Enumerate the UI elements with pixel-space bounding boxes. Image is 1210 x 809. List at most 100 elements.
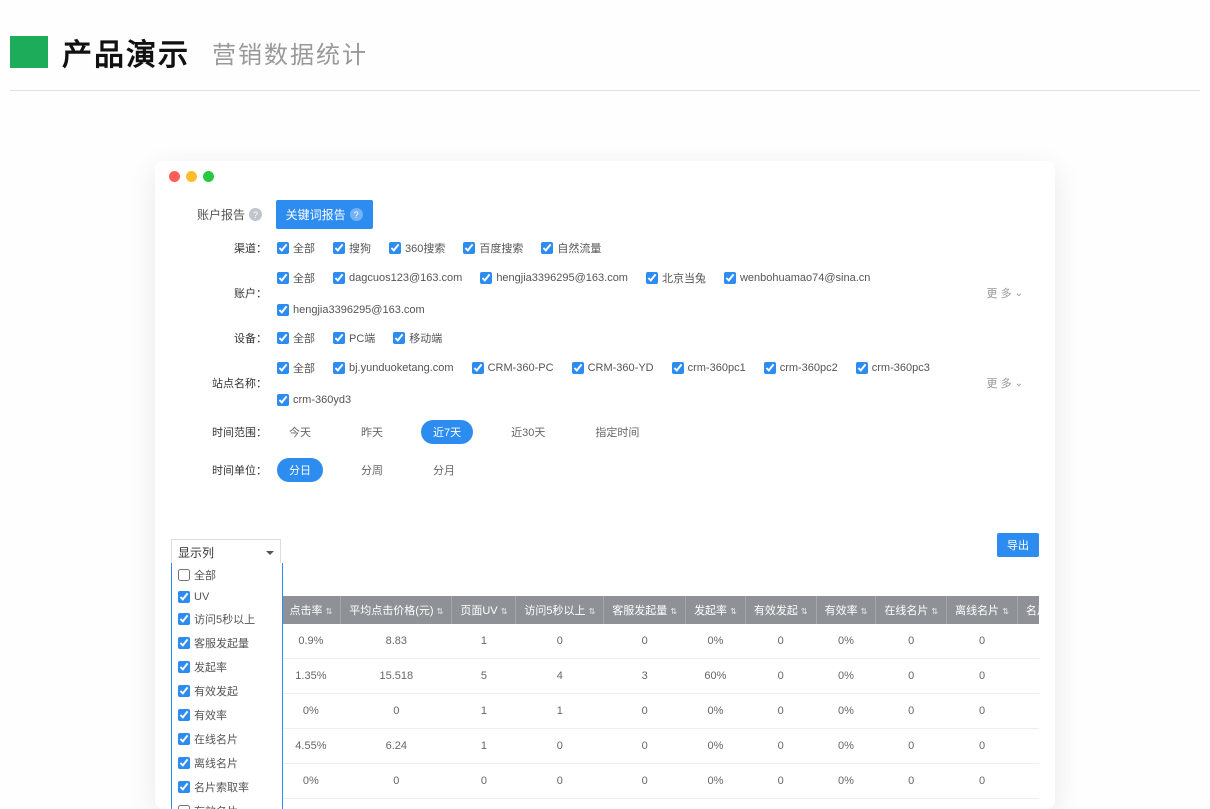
checkbox-input[interactable] — [178, 661, 190, 673]
more-link[interactable]: 更 多 — [987, 285, 1023, 301]
filter-option[interactable]: PC端 — [333, 330, 375, 346]
checkbox-input[interactable] — [333, 362, 345, 374]
table-header-cell[interactable]: 点击率 ⇅ — [281, 596, 341, 624]
filter-option[interactable]: hengjia3396295@163.com — [277, 304, 425, 316]
checkbox-input[interactable] — [541, 242, 553, 254]
filter-option[interactable]: CRM-360-YD — [572, 360, 654, 376]
column-option[interactable]: 全部 — [172, 563, 282, 587]
filter-option[interactable]: 搜狗 — [333, 240, 371, 256]
close-icon[interactable] — [169, 171, 180, 182]
table-header-cell[interactable]: 页面UV ⇅ — [452, 596, 516, 624]
time-option[interactable]: 分月 — [421, 458, 467, 482]
checkbox-input[interactable] — [277, 304, 289, 316]
time-option[interactable]: 昨天 — [349, 420, 395, 444]
checkbox-input[interactable] — [178, 781, 190, 793]
more-link[interactable]: 更 多 — [987, 375, 1023, 391]
checkbox-input[interactable] — [178, 757, 190, 769]
column-option[interactable]: 客服发起量 — [172, 631, 282, 655]
checkbox-input[interactable] — [672, 362, 684, 374]
time-option[interactable]: 近7天 — [421, 420, 473, 444]
checkbox-input[interactable] — [178, 569, 190, 581]
filter-option[interactable]: CRM-360-PC — [472, 360, 554, 376]
maximize-icon[interactable] — [203, 171, 214, 182]
filter-option[interactable]: 全部 — [277, 330, 315, 346]
column-option[interactable]: 名片索取率 — [172, 775, 282, 799]
checkbox-input[interactable] — [277, 362, 289, 374]
checkbox-input[interactable] — [724, 272, 736, 284]
checkbox-input[interactable] — [277, 242, 289, 254]
column-option[interactable]: 发起率 — [172, 655, 282, 679]
filter-option[interactable]: 百度搜索 — [463, 240, 523, 256]
filter-option[interactable]: crm-360pc2 — [764, 360, 838, 376]
help-icon[interactable]: ? — [350, 208, 363, 221]
table-header-cell[interactable]: 客服发起量 ⇅ — [604, 596, 686, 624]
time-option[interactable]: 分周 — [349, 458, 395, 482]
tab-keyword-report[interactable]: 关键词报告 ? — [276, 200, 373, 229]
filter-option[interactable]: dagcuos123@163.com — [333, 270, 462, 286]
filter-option[interactable]: hengjia3396295@163.com — [480, 270, 628, 286]
filter-option[interactable]: 360搜索 — [389, 240, 445, 256]
time-option[interactable]: 指定时间 — [583, 420, 651, 444]
filter-option[interactable]: crm-360pc3 — [856, 360, 930, 376]
checkbox-input[interactable] — [277, 332, 289, 344]
table-header-cell[interactable]: 平均点击价格(元) ⇅ — [341, 596, 452, 624]
tab-account-report[interactable]: 账户报告 ? — [187, 200, 272, 229]
time-option[interactable]: 近30天 — [499, 420, 557, 444]
checkbox-input[interactable] — [646, 272, 658, 284]
checkbox-input[interactable] — [764, 362, 776, 374]
column-option[interactable]: 有效发起 — [172, 679, 282, 703]
time-option[interactable]: 分日 — [277, 458, 323, 482]
column-option[interactable]: 有效率 — [172, 703, 282, 727]
display-column-select[interactable]: 显示列 — [171, 539, 281, 566]
filter-option[interactable]: wenbohuamao74@sina.cn — [724, 270, 870, 286]
checkbox-input[interactable] — [480, 272, 492, 284]
filter-option[interactable]: crm-360pc1 — [672, 360, 746, 376]
filter-option[interactable]: 北京当兔 — [646, 270, 706, 286]
filter-option[interactable]: bj.yunduoketang.com — [333, 360, 454, 376]
checkbox-input[interactable] — [277, 394, 289, 406]
table-header-cell[interactable]: 名片索取率 ⇅ — [1017, 596, 1039, 624]
checkbox-input[interactable] — [178, 685, 190, 697]
table-cell: 0 — [745, 764, 816, 799]
checkbox-input[interactable] — [463, 242, 475, 254]
table-header-cell[interactable]: 访问5秒以上 ⇅ — [516, 596, 604, 624]
checkbox-input[interactable] — [333, 242, 345, 254]
table-header-cell[interactable]: 在线名片 ⇅ — [876, 596, 947, 624]
table-header-cell[interactable]: 离线名片 ⇅ — [947, 596, 1018, 624]
table-header-cell[interactable]: 发起率 ⇅ — [686, 596, 746, 624]
column-option-label: 有效发起 — [194, 683, 238, 699]
filter-option[interactable]: crm-360yd3 — [277, 394, 351, 406]
checkbox-input[interactable] — [333, 272, 345, 284]
filter-option[interactable]: 移动端 — [393, 330, 442, 346]
table-cell: 3 — [604, 659, 686, 694]
filter-option[interactable]: 自然流量 — [541, 240, 601, 256]
checkbox-input[interactable] — [178, 613, 190, 625]
export-button[interactable]: 导出 — [997, 533, 1039, 557]
checkbox-input[interactable] — [178, 637, 190, 649]
checkbox-input[interactable] — [178, 591, 190, 603]
minimize-icon[interactable] — [186, 171, 197, 182]
checkbox-input[interactable] — [277, 272, 289, 284]
column-option[interactable]: 有效名片 — [172, 799, 282, 809]
help-icon[interactable]: ? — [249, 208, 262, 221]
checkbox-input[interactable] — [389, 242, 401, 254]
time-option[interactable]: 今天 — [277, 420, 323, 444]
filter-option[interactable]: 全部 — [277, 360, 315, 376]
column-option[interactable]: 访问5秒以上 — [172, 607, 282, 631]
filter-option[interactable]: 全部 — [277, 270, 315, 286]
checkbox-input[interactable] — [572, 362, 584, 374]
column-option[interactable]: 在线名片 — [172, 727, 282, 751]
checkbox-input[interactable] — [178, 709, 190, 721]
table-header-cell[interactable]: 有效发起 ⇅ — [745, 596, 816, 624]
checkbox-input[interactable] — [856, 362, 868, 374]
checkbox-input[interactable] — [393, 332, 405, 344]
checkbox-input[interactable] — [178, 805, 190, 809]
column-option[interactable]: 离线名片 — [172, 751, 282, 775]
checkbox-input[interactable] — [178, 733, 190, 745]
table-header-cell[interactable]: 有效率 ⇅ — [816, 596, 876, 624]
app-window: 账户报告 ? 关键词报告 ? 渠道： 全部搜狗360搜索百度搜索自然流量 账户：… — [155, 161, 1055, 809]
filter-option[interactable]: 全部 — [277, 240, 315, 256]
checkbox-input[interactable] — [333, 332, 345, 344]
column-option[interactable]: UV — [172, 587, 282, 607]
checkbox-input[interactable] — [472, 362, 484, 374]
